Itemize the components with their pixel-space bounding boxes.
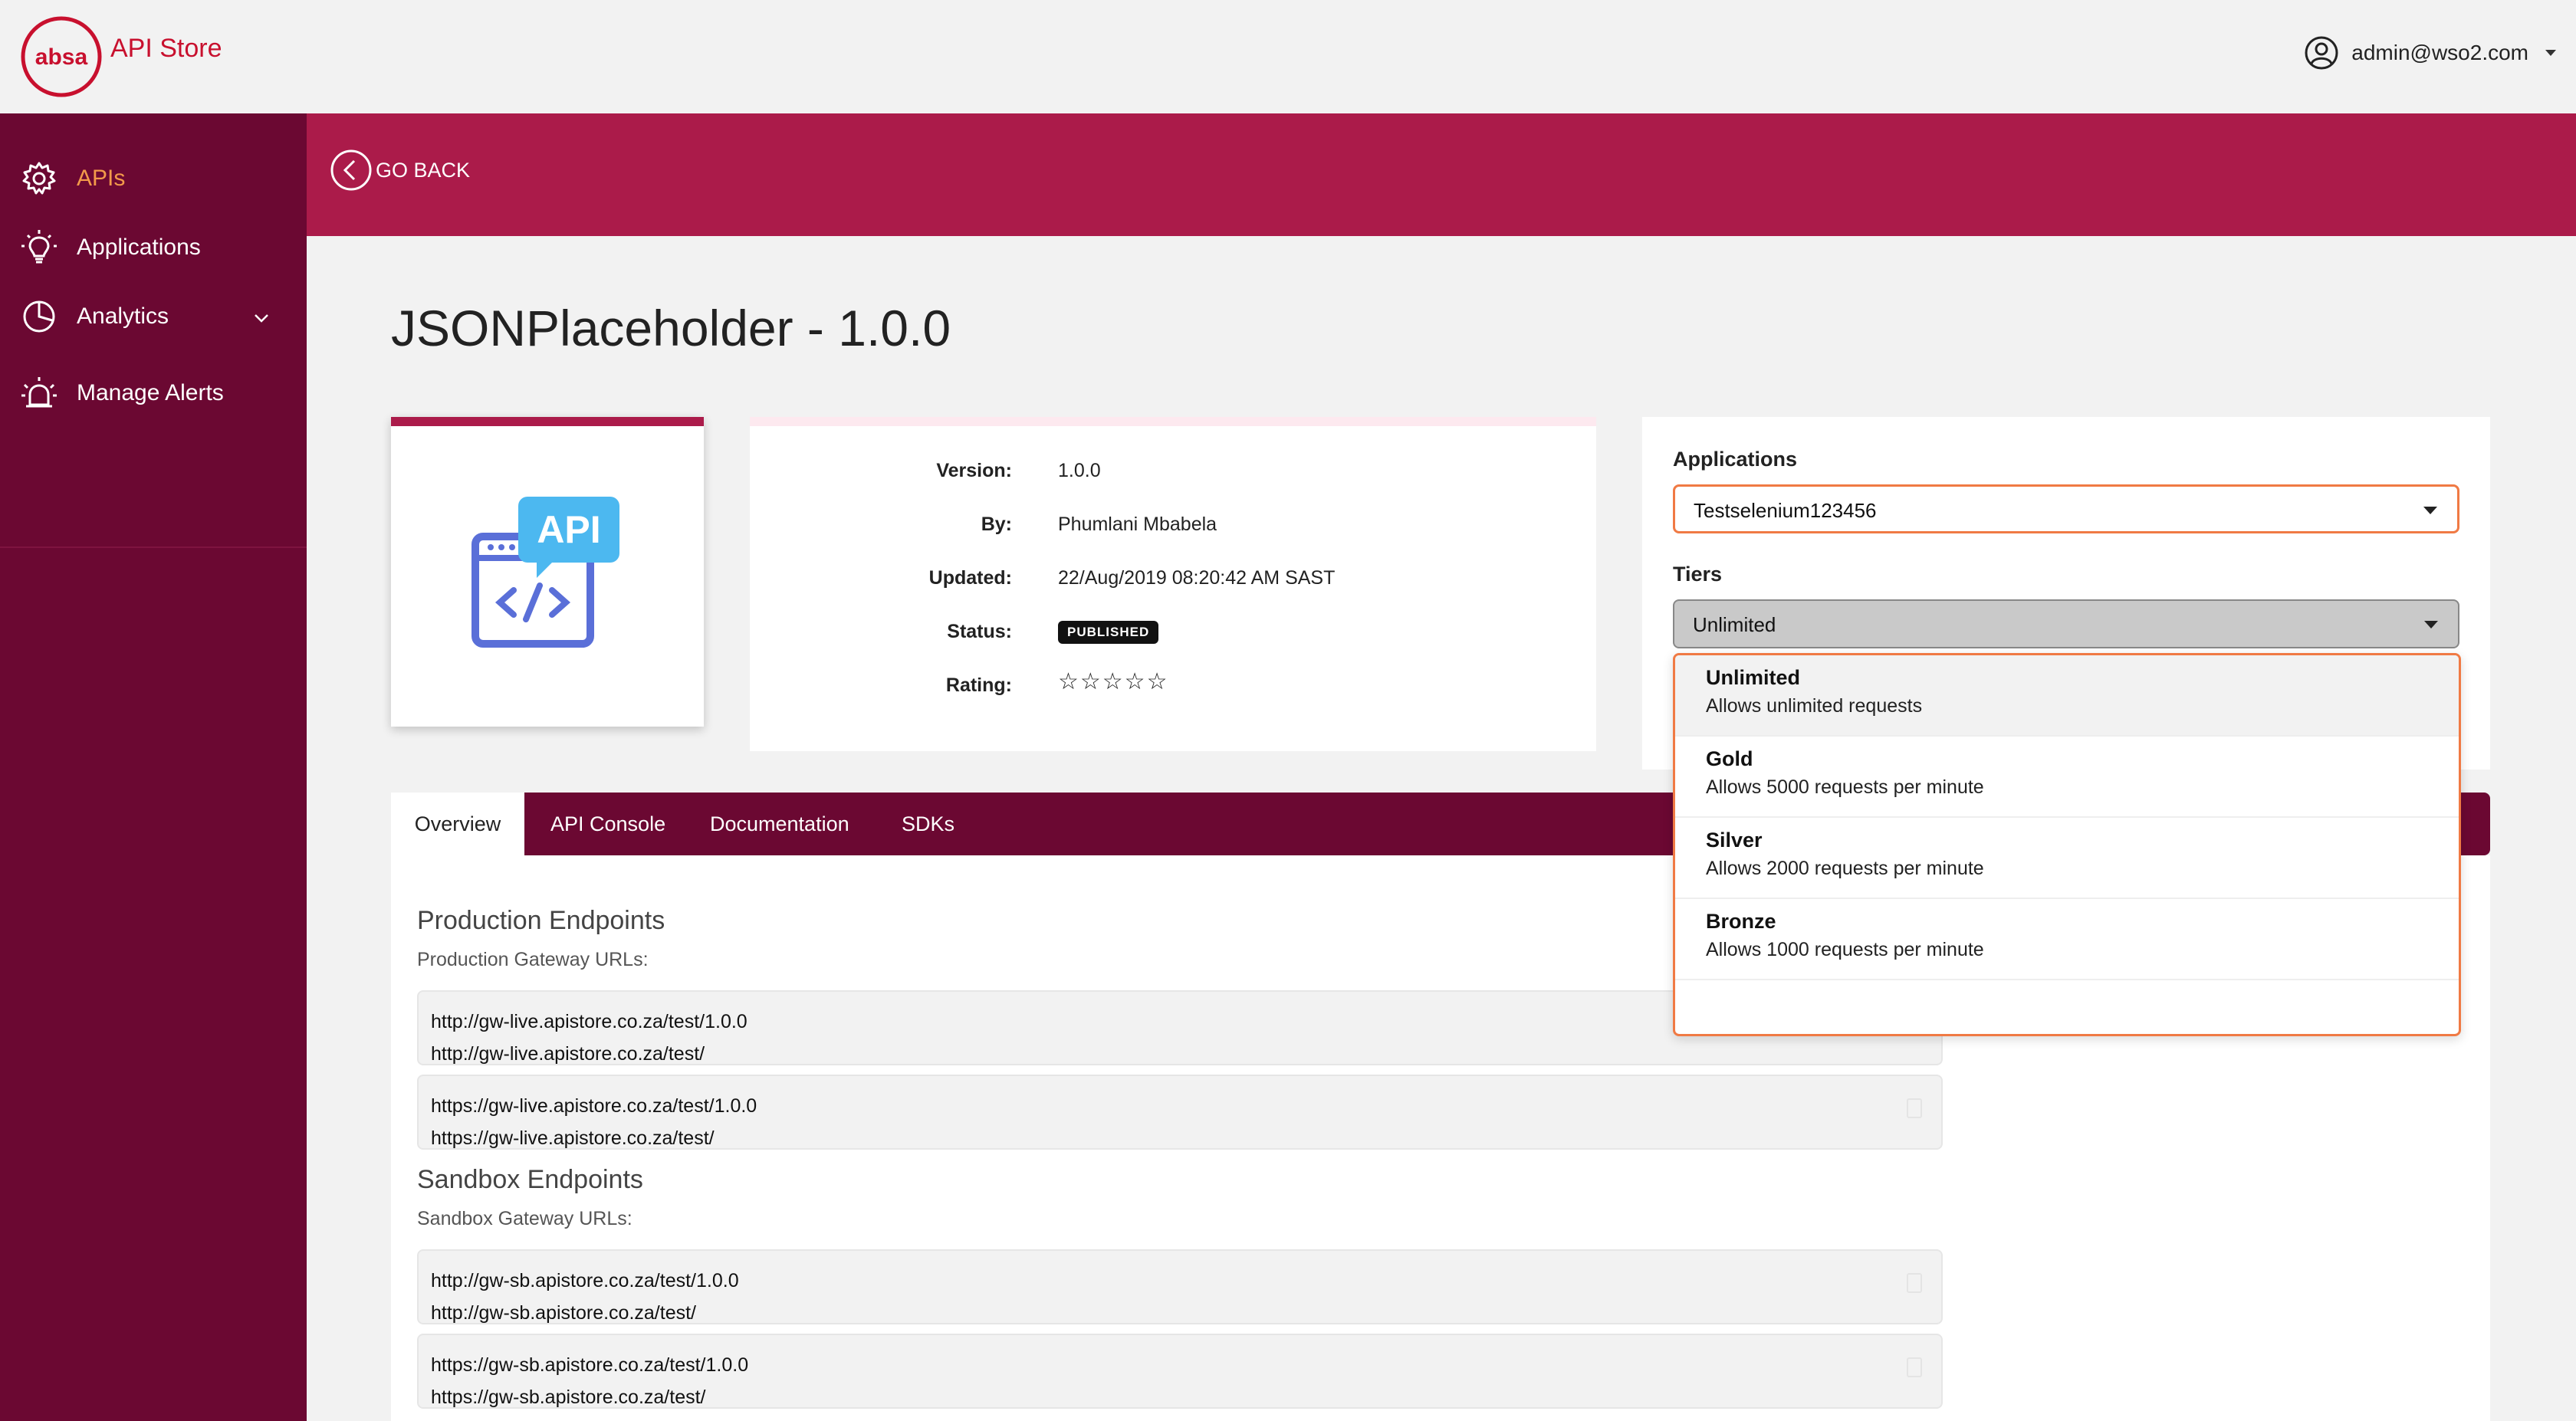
pie-chart-icon [23,300,55,333]
info-rating: Rating: ☆☆☆☆☆ [750,669,1596,720]
info-status: Status: PUBLISHED [750,621,1596,667]
alarm-icon [21,377,57,408]
info-updated: Updated: 22/Aug/2019 08:20:42 AM SAST [750,567,1596,613]
absa-logo[interactable]: absa [20,15,103,98]
gear-icon [22,162,56,195]
status-badge: PUBLISHED [1058,621,1159,644]
sidebar-item-label: APIs [77,166,126,191]
sandbox-url-box: http://gw-sb.apistore.co.za/test/1.0.0 h… [417,1249,1943,1324]
tier-name: Gold [1706,747,1753,770]
tier-name: Bronze [1706,910,1776,933]
sidebar-item-analytics[interactable]: Analytics [0,282,307,351]
endpoint-url[interactable]: http://gw-live.apistore.co.za/test/ [431,1038,1929,1070]
sidebar-item-manage-alerts[interactable]: Manage Alerts [0,359,307,428]
info-by: By: Phumlani Mbabela [750,514,1596,560]
caret-down-icon [2423,507,2437,514]
go-back-label: GO BACK [376,158,471,182]
info-label: Rating: [945,674,1012,696]
user-name: admin@wso2.com [2351,41,2528,64]
production-gateway-label: Production Gateway URLs: [417,949,649,970]
applications-select-value: Testselenium123456 [1694,499,1877,522]
tier-option-bronze[interactable]: Bronze Allows 1000 requests per minute [1675,899,2459,980]
tiers-select[interactable]: Unlimited [1673,599,2459,648]
sidebar-item-label: Applications [77,235,201,260]
endpoint-url[interactable]: https://gw-live.apistore.co.za/test/1.0.… [431,1090,1929,1122]
info-value: 22/Aug/2019 08:20:42 AM SAST [1058,567,1336,589]
sidebar-item-applications[interactable]: Applications [0,213,307,282]
api-code-icon: API [472,497,619,648]
tier-option-unlimited[interactable]: Unlimited Allows unlimited requests [1675,655,2459,737]
api-thumbnail: API [391,417,704,727]
user-menu[interactable]: admin@wso2.com [2304,35,2556,71]
info-label: Status: [947,621,1012,642]
rating-stars[interactable]: ☆☆☆☆☆ [1058,668,1168,695]
endpoint-url[interactable]: http://gw-sb.apistore.co.za/test/ [431,1297,1929,1329]
endpoint-url[interactable]: https://gw-live.apistore.co.za/test/ [431,1122,1929,1154]
page-title: JSONPlaceholder - 1.0.0 [391,300,951,356]
info-label: By: [981,514,1012,535]
tier-name: Silver [1706,829,1763,852]
chevron-down-icon [2545,50,2556,56]
sandbox-endpoints-title: Sandbox Endpoints [417,1165,643,1194]
info-version: Version: 1.0.0 [750,460,1596,506]
info-value: Phumlani Mbabela [1058,514,1217,535]
go-back-button[interactable]: GO BACK [330,149,470,192]
chevron-down-icon[interactable] [253,310,270,327]
svg-text:absa: absa [35,44,88,70]
sidebar-item-label: Analytics [77,304,169,329]
applications-select[interactable]: Testselenium123456 [1673,484,2459,533]
tiers-select-value: Unlimited [1693,613,1776,636]
api-info-card: Version: 1.0.0 By: Phumlani Mbabela Upda… [750,417,1596,751]
tier-option-silver[interactable]: Silver Allows 2000 requests per minute [1675,818,2459,899]
sidebar: APIs Applications Analytics Manage Alert… [0,113,307,1421]
info-label: Updated: [928,567,1012,589]
copy-icon[interactable] [1904,1096,1924,1121]
applications-label: Applications [1673,448,1798,471]
tier-name: Unlimited [1706,666,1801,689]
endpoint-url[interactable]: https://gw-sb.apistore.co.za/test/1.0.0 [431,1349,1929,1381]
user-avatar-icon [2305,36,2338,70]
tab-overview[interactable]: Overview [391,793,524,855]
lightbulb-icon [21,230,57,264]
copy-icon[interactable] [1904,1271,1924,1295]
tier-description: Allows 2000 requests per minute [1706,858,1984,879]
info-value: 1.0.0 [1058,460,1101,481]
production-url-box: https://gw-live.apistore.co.za/test/1.0.… [417,1075,1943,1150]
tab-api-console[interactable]: API Console [550,793,665,855]
caret-down-icon [2424,621,2438,628]
sidebar-item-label: Manage Alerts [77,380,224,405]
sidebar-divider [0,546,307,548]
tier-option-gold[interactable]: Gold Allows 5000 requests per minute [1675,737,2459,818]
store-title[interactable]: API Store [110,34,222,64]
tiers-label: Tiers [1673,563,1723,586]
info-label: Version: [936,460,1012,481]
tier-description: Allows 1000 requests per minute [1706,939,1984,960]
tier-description: Allows 5000 requests per minute [1706,776,1984,798]
copy-icon[interactable] [1904,1355,1924,1380]
tab-documentation[interactable]: Documentation [710,793,849,855]
tiers-dropdown-menu: Unlimited Allows unlimited requests Gold… [1673,653,2461,1036]
tab-sdks[interactable]: SDKs [902,793,955,855]
top-bar: absa API Store admin@wso2.com [0,0,2576,113]
page-banner: GO BACK [307,113,2576,236]
sandbox-url-box: https://gw-sb.apistore.co.za/test/1.0.0 … [417,1334,1943,1409]
sidebar-item-apis[interactable]: APIs [0,144,307,213]
tier-description: Allows unlimited requests [1706,695,1923,717]
production-endpoints-title: Production Endpoints [417,906,665,935]
sandbox-gateway-label: Sandbox Gateway URLs: [417,1208,632,1229]
endpoint-url[interactable]: http://gw-sb.apistore.co.za/test/1.0.0 [431,1265,1929,1297]
endpoint-url[interactable]: https://gw-sb.apistore.co.za/test/ [431,1381,1929,1413]
svg-text:API: API [537,508,600,551]
back-arrow-icon [330,149,372,191]
